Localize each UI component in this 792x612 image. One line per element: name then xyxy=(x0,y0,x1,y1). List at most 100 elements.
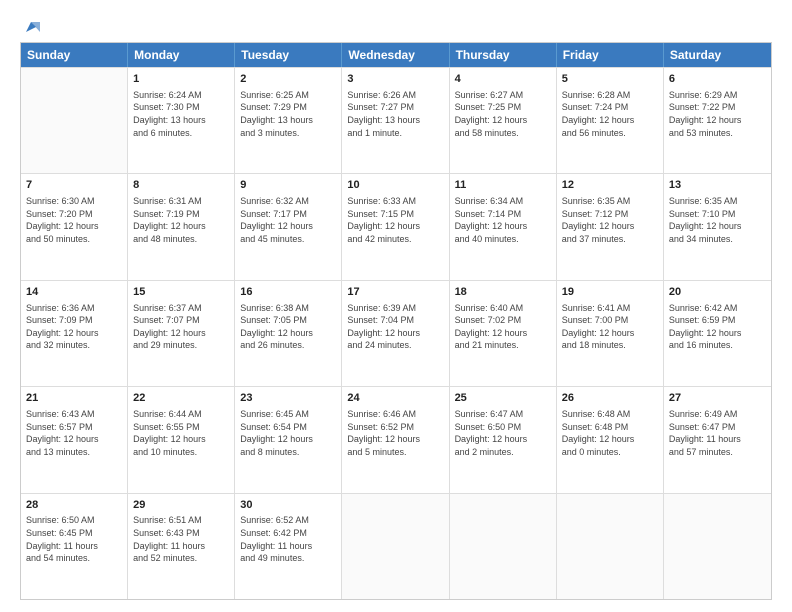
empty-cell xyxy=(21,68,128,173)
day-cell-14: 14 Sunrise: 6:36 AM Sunset: 7:09 PM Dayli… xyxy=(21,281,128,386)
day-cell-30: 30Sunrise: 6:52 AM Sunset: 6:42 PM Dayli… xyxy=(235,494,342,599)
cell-info-text: Sunrise: 6:34 AM Sunset: 7:14 PM Dayligh… xyxy=(455,195,551,245)
cell-date-number: 21 xyxy=(26,391,122,406)
day-header-sunday: Sunday xyxy=(21,43,128,67)
cell-date-number: 20 xyxy=(669,285,766,300)
day-cell-29: 29Sunrise: 6:51 AM Sunset: 6:43 PM Dayli… xyxy=(128,494,235,599)
cell-date-number: 25 xyxy=(455,391,551,406)
cell-date-number: 14 xyxy=(26,285,122,300)
cell-info-text: Sunrise: 6:41 AM Sunset: 7:00 PM Dayligh… xyxy=(562,302,658,352)
day-cell-26: 26 Sunrise: 6:48 AM Sunset: 6:48 PM Dayli… xyxy=(557,387,664,492)
cell-info-text: Sunrise: 6:42 AM Sunset: 6:59 PM Dayligh… xyxy=(669,302,766,352)
day-cell-3: 3 Sunrise: 6:26 AM Sunset: 7:27 PM Daylig… xyxy=(342,68,449,173)
cell-info-text: Sunrise: 6:28 AM Sunset: 7:24 PM Dayligh… xyxy=(562,89,658,139)
cell-date-number: 27 xyxy=(669,391,766,406)
week-row-5: 28Sunrise: 6:50 AM Sunset: 6:45 PM Dayli… xyxy=(21,493,771,599)
cell-date-number: 26 xyxy=(562,391,658,406)
cell-date-number: 7 xyxy=(26,178,122,193)
day-cell-12: 12Sunrise: 6:35 AM Sunset: 7:12 PM Dayli… xyxy=(557,174,664,279)
day-cell-16: 16Sunrise: 6:38 AM Sunset: 7:05 PM Dayli… xyxy=(235,281,342,386)
day-cell-11: 11Sunrise: 6:34 AM Sunset: 7:14 PM Dayli… xyxy=(450,174,557,279)
empty-cell xyxy=(342,494,449,599)
day-cell-21: 21 Sunrise: 6:43 AM Sunset: 6:57 PM Dayli… xyxy=(21,387,128,492)
day-cell-28: 28Sunrise: 6:50 AM Sunset: 6:45 PM Dayli… xyxy=(21,494,128,599)
day-cell-8: 8 Sunrise: 6:31 AM Sunset: 7:19 PM Daylig… xyxy=(128,174,235,279)
empty-cell xyxy=(664,494,771,599)
day-cell-27: 27 Sunrise: 6:49 AM Sunset: 6:47 PM Dayli… xyxy=(664,387,771,492)
cell-info-text: Sunrise: 6:26 AM Sunset: 7:27 PM Dayligh… xyxy=(347,89,443,139)
cell-date-number: 10 xyxy=(347,178,443,193)
day-cell-7: 7 Sunrise: 6:30 AM Sunset: 7:20 PM Daylig… xyxy=(21,174,128,279)
day-cell-4: 4Sunrise: 6:27 AM Sunset: 7:25 PM Daylig… xyxy=(450,68,557,173)
cell-date-number: 28 xyxy=(26,498,122,513)
cell-date-number: 19 xyxy=(562,285,658,300)
cell-date-number: 15 xyxy=(133,285,229,300)
empty-cell xyxy=(450,494,557,599)
cell-info-text: Sunrise: 6:49 AM Sunset: 6:47 PM Dayligh… xyxy=(669,408,766,458)
header xyxy=(20,18,772,32)
day-cell-5: 5 Sunrise: 6:28 AM Sunset: 7:24 PM Daylig… xyxy=(557,68,664,173)
cell-date-number: 23 xyxy=(240,391,336,406)
cell-info-text: Sunrise: 6:38 AM Sunset: 7:05 PM Dayligh… xyxy=(240,302,336,352)
cell-info-text: Sunrise: 6:25 AM Sunset: 7:29 PM Dayligh… xyxy=(240,89,336,139)
cell-date-number: 13 xyxy=(669,178,766,193)
day-header-wednesday: Wednesday xyxy=(342,43,449,67)
cell-info-text: Sunrise: 6:51 AM Sunset: 6:43 PM Dayligh… xyxy=(133,514,229,564)
week-row-2: 7 Sunrise: 6:30 AM Sunset: 7:20 PM Daylig… xyxy=(21,173,771,279)
cell-info-text: Sunrise: 6:47 AM Sunset: 6:50 PM Dayligh… xyxy=(455,408,551,458)
cell-info-text: Sunrise: 6:31 AM Sunset: 7:19 PM Dayligh… xyxy=(133,195,229,245)
day-cell-15: 15 Sunrise: 6:37 AM Sunset: 7:07 PM Dayli… xyxy=(128,281,235,386)
day-cell-25: 25 Sunrise: 6:47 AM Sunset: 6:50 PM Dayli… xyxy=(450,387,557,492)
cell-info-text: Sunrise: 6:45 AM Sunset: 6:54 PM Dayligh… xyxy=(240,408,336,458)
day-cell-9: 9Sunrise: 6:32 AM Sunset: 7:17 PM Daylig… xyxy=(235,174,342,279)
cell-date-number: 18 xyxy=(455,285,551,300)
calendar-body: 1 Sunrise: 6:24 AM Sunset: 7:30 PM Daylig… xyxy=(21,67,771,599)
calendar: SundayMondayTuesdayWednesdayThursdayFrid… xyxy=(20,42,772,600)
cell-date-number: 5 xyxy=(562,72,658,87)
day-header-tuesday: Tuesday xyxy=(235,43,342,67)
cell-date-number: 17 xyxy=(347,285,443,300)
day-header-saturday: Saturday xyxy=(664,43,771,67)
week-row-4: 21 Sunrise: 6:43 AM Sunset: 6:57 PM Dayli… xyxy=(21,386,771,492)
cell-info-text: Sunrise: 6:37 AM Sunset: 7:07 PM Dayligh… xyxy=(133,302,229,352)
cell-info-text: Sunrise: 6:48 AM Sunset: 6:48 PM Dayligh… xyxy=(562,408,658,458)
cell-info-text: Sunrise: 6:36 AM Sunset: 7:09 PM Dayligh… xyxy=(26,302,122,352)
cell-info-text: Sunrise: 6:44 AM Sunset: 6:55 PM Dayligh… xyxy=(133,408,229,458)
day-cell-22: 22 Sunrise: 6:44 AM Sunset: 6:55 PM Dayli… xyxy=(128,387,235,492)
day-cell-1: 1 Sunrise: 6:24 AM Sunset: 7:30 PM Daylig… xyxy=(128,68,235,173)
day-cell-20: 20 Sunrise: 6:42 AM Sunset: 6:59 PM Dayli… xyxy=(664,281,771,386)
cell-info-text: Sunrise: 6:29 AM Sunset: 7:22 PM Dayligh… xyxy=(669,89,766,139)
day-cell-18: 18Sunrise: 6:40 AM Sunset: 7:02 PM Dayli… xyxy=(450,281,557,386)
cell-date-number: 2 xyxy=(240,72,336,87)
cell-info-text: Sunrise: 6:43 AM Sunset: 6:57 PM Dayligh… xyxy=(26,408,122,458)
day-cell-10: 10Sunrise: 6:33 AM Sunset: 7:15 PM Dayli… xyxy=(342,174,449,279)
day-header-thursday: Thursday xyxy=(450,43,557,67)
cell-date-number: 29 xyxy=(133,498,229,513)
cell-info-text: Sunrise: 6:52 AM Sunset: 6:42 PM Dayligh… xyxy=(240,514,336,564)
week-row-1: 1 Sunrise: 6:24 AM Sunset: 7:30 PM Daylig… xyxy=(21,67,771,173)
cell-info-text: Sunrise: 6:32 AM Sunset: 7:17 PM Dayligh… xyxy=(240,195,336,245)
cell-date-number: 30 xyxy=(240,498,336,513)
day-cell-17: 17Sunrise: 6:39 AM Sunset: 7:04 PM Dayli… xyxy=(342,281,449,386)
cell-info-text: Sunrise: 6:50 AM Sunset: 6:45 PM Dayligh… xyxy=(26,514,122,564)
logo xyxy=(20,18,40,32)
cell-date-number: 22 xyxy=(133,391,229,406)
cell-date-number: 3 xyxy=(347,72,443,87)
cell-date-number: 6 xyxy=(669,72,766,87)
cell-info-text: Sunrise: 6:35 AM Sunset: 7:10 PM Dayligh… xyxy=(669,195,766,245)
day-cell-6: 6 Sunrise: 6:29 AM Sunset: 7:22 PM Daylig… xyxy=(664,68,771,173)
cell-info-text: Sunrise: 6:24 AM Sunset: 7:30 PM Dayligh… xyxy=(133,89,229,139)
cell-info-text: Sunrise: 6:30 AM Sunset: 7:20 PM Dayligh… xyxy=(26,195,122,245)
empty-cell xyxy=(557,494,664,599)
logo-icon xyxy=(22,18,40,36)
day-header-monday: Monday xyxy=(128,43,235,67)
day-cell-19: 19 Sunrise: 6:41 AM Sunset: 7:00 PM Dayli… xyxy=(557,281,664,386)
cell-date-number: 8 xyxy=(133,178,229,193)
cell-date-number: 1 xyxy=(133,72,229,87)
day-cell-23: 23 Sunrise: 6:45 AM Sunset: 6:54 PM Dayli… xyxy=(235,387,342,492)
week-row-3: 14 Sunrise: 6:36 AM Sunset: 7:09 PM Dayli… xyxy=(21,280,771,386)
page: SundayMondayTuesdayWednesdayThursdayFrid… xyxy=(0,0,792,612)
cell-date-number: 24 xyxy=(347,391,443,406)
day-cell-13: 13 Sunrise: 6:35 AM Sunset: 7:10 PM Dayli… xyxy=(664,174,771,279)
cell-date-number: 12 xyxy=(562,178,658,193)
